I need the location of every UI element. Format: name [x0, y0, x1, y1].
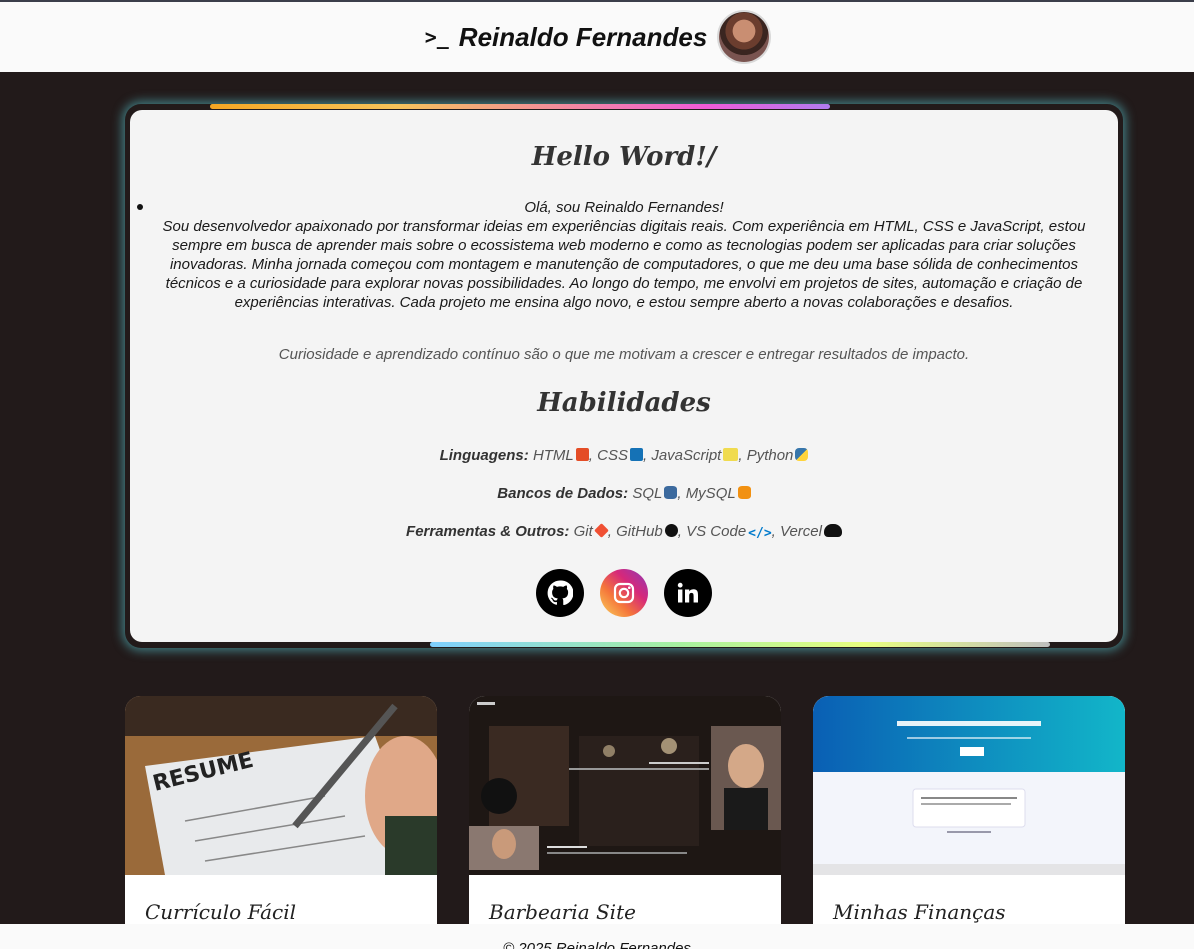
site-header: >_ Reinaldo Fernandes [0, 2, 1194, 72]
database-icon [664, 486, 678, 499]
skill-sql: SQL [632, 485, 663, 502]
about-card: Hello Word!/ Olá, sou Reinaldo Fernandes… [130, 110, 1118, 642]
social-links [130, 569, 1118, 617]
instagram-icon [613, 582, 635, 604]
skills-databases: Bancos de Dados: SQL, MySQL [130, 485, 1118, 502]
project-card-curriculo[interactable]: RESUME Currículo Fácil [125, 696, 437, 949]
skill-python: Python [746, 447, 794, 464]
css3-icon [629, 448, 643, 461]
skill-html: HTML [532, 447, 574, 464]
skills-tools: Ferramentas & Outros: Git, GitHub, VS Co… [130, 523, 1118, 541]
instagram-link[interactable] [600, 569, 648, 617]
tools-label: Ferramentas & Outros: [406, 523, 570, 540]
github-link[interactable] [536, 569, 584, 617]
skill-mysql: MySQL [685, 485, 736, 502]
javascript-icon [723, 448, 739, 461]
skill-vscode: VS Code [686, 523, 747, 540]
database-icon [737, 486, 751, 499]
avatar [719, 12, 770, 62]
skill-javascript: JavaScript [651, 447, 722, 464]
site-footer: © 2025 Reinaldo Fernandes [0, 924, 1194, 949]
intro-greeting: Olá, sou Reinaldo Fernandes! [524, 199, 724, 216]
skill-css: CSS [597, 447, 628, 464]
github-icon [664, 524, 678, 537]
skill-git: Git [573, 523, 593, 540]
footer-copyright: © 2025 Reinaldo Fernandes [503, 940, 691, 949]
databases-label: Bancos de Dados: [497, 485, 629, 502]
intro-text: Olá, sou Reinaldo Fernandes! Sou desenvo… [150, 198, 1098, 312]
languages-label: Linguagens: [439, 447, 529, 464]
git-icon [593, 523, 609, 538]
code-icon: </> [748, 526, 772, 541]
terminal-icon: >_ [424, 25, 449, 49]
list-bullet [137, 204, 143, 210]
skills-languages: Linguagens: HTML, CSS, JavaScript, Pytho… [130, 447, 1118, 464]
skill-vercel: Vercel [780, 523, 822, 540]
skill-github: GitHub [616, 523, 663, 540]
project-card-financas[interactable]: Minhas Finanças [813, 696, 1125, 949]
linkedin-link[interactable] [664, 569, 712, 617]
project-title: Barbearia Site [489, 900, 636, 924]
hello-heading: Hello Word!/ [531, 142, 717, 172]
project-thumbnail-finance [813, 696, 1125, 875]
project-card-barbearia[interactable]: Barbearia Site [469, 696, 781, 949]
tagline: Curiosidade e aprendizado contínuo são o… [278, 346, 970, 363]
card-rainbow-top [210, 104, 830, 109]
github-icon [547, 580, 573, 606]
project-title: Minhas Finanças [833, 900, 1006, 924]
site-title: Reinaldo Fernandes [458, 21, 708, 52]
intro-body: Sou desenvolvedor apaixonado por transfo… [162, 218, 1086, 311]
project-thumbnail-resume: RESUME [125, 696, 437, 875]
cloud-icon [823, 524, 842, 537]
project-thumbnail-barbershop [469, 696, 781, 875]
card-rainbow-bottom [430, 642, 1050, 647]
linkedin-icon [677, 582, 698, 603]
project-title: Currículo Fácil [145, 900, 297, 924]
skills-heading: Habilidades [537, 388, 711, 418]
html5-icon [575, 448, 589, 461]
python-icon [795, 448, 809, 461]
